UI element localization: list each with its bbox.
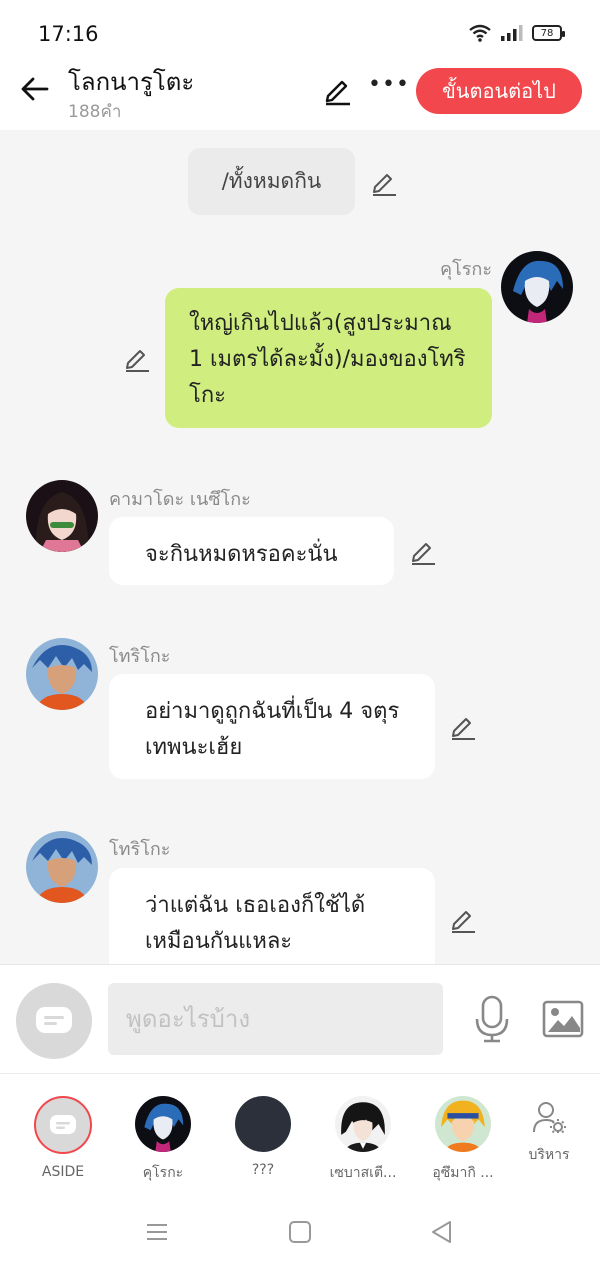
next-step-button[interactable]: ขั้นตอนต่อไป <box>416 68 582 114</box>
message-bubble[interactable]: จะกินหมดหรอคะนั่น <box>109 517 394 585</box>
home-icon[interactable] <box>286 1218 314 1246</box>
battery-icon: 78 <box>532 25 565 41</box>
signal-icon <box>501 25 523 41</box>
character-aside[interactable]: ASIDE <box>18 1096 108 1180</box>
avatar <box>235 1096 291 1152</box>
clock: 17:16 <box>38 22 99 46</box>
edit-pencil-icon[interactable] <box>322 74 354 106</box>
avatar[interactable] <box>26 831 98 903</box>
edit-pencil-icon[interactable] <box>448 711 478 741</box>
wifi-icon <box>469 24 491 42</box>
chat-bubble-icon <box>50 1115 76 1134</box>
sender-name: คุโรกะ <box>440 259 492 280</box>
image-icon[interactable] <box>542 1000 584 1038</box>
character-label: ASIDE <box>41 1164 85 1180</box>
character-label: เซบาสเตี... <box>329 1165 397 1181</box>
header: โลกนารูโตะ 188คำ ••• ขั้นตอนต่อไป <box>0 60 600 130</box>
character-label: บริหาร <box>528 1147 570 1163</box>
back-triangle-icon[interactable] <box>428 1218 456 1246</box>
message-bubble[interactable]: ว่าแต่ฉัน เธอเองก็ใช้ได้เหมือนกันแหละ <box>109 868 435 964</box>
character-uzumaki[interactable]: อุซึมากิ ... <box>418 1096 508 1184</box>
message-bubble[interactable]: ใหญ่เกินไปแล้ว(สูงประมาณ 1 เมตรได้ละมั้ง… <box>165 288 492 428</box>
character-unknown[interactable]: ??? <box>218 1096 308 1178</box>
character-sebastian[interactable]: เซบาสเตี... <box>318 1096 408 1184</box>
avatar <box>135 1096 191 1152</box>
character-kuroka[interactable]: คุโรกะ <box>118 1096 208 1184</box>
avatar[interactable] <box>26 480 98 552</box>
manage-button[interactable]: บริหาร <box>504 1100 594 1166</box>
page-title: โลกนารูโตะ <box>68 68 195 96</box>
edit-pencil-icon[interactable] <box>408 536 438 566</box>
avatar[interactable] <box>501 251 573 323</box>
message-input[interactable] <box>108 983 443 1055</box>
avatar <box>335 1096 391 1152</box>
system-message[interactable]: /ทั้งหมดกิน <box>188 148 355 215</box>
status-bar: 17:16 78 <box>0 0 600 60</box>
avatar <box>435 1096 491 1152</box>
menu-icon[interactable] <box>143 1218 171 1246</box>
character-label: ??? <box>251 1162 275 1178</box>
message-bubble[interactable]: อย่ามาดูถูกฉันที่เป็น 4 จตุรเทพนะเฮ้ย <box>109 674 435 779</box>
character-label: อุซึมากิ ... <box>432 1165 494 1181</box>
user-settings-icon <box>533 1102 566 1134</box>
edit-pencil-icon[interactable] <box>448 904 478 934</box>
sender-name: โทริโกะ <box>109 646 171 667</box>
sender-name: คามาโดะ เนซึโกะ <box>109 489 251 510</box>
edit-pencil-icon[interactable] <box>369 167 399 197</box>
character-label: คุโรกะ <box>142 1165 184 1181</box>
chat-area[interactable]: /ทั้งหมดกิน คุโรกะ ใหญ่เกินไปแล้ว(สูงประ… <box>0 130 600 964</box>
edit-pencil-icon[interactable] <box>122 343 152 373</box>
back-arrow-icon[interactable] <box>18 72 52 106</box>
input-bar <box>0 964 600 1074</box>
aside-toggle-button[interactable] <box>16 983 92 1059</box>
character-bar: ASIDE คุโรกะ ??? เซบาสเตี... อุซึมากิ ..… <box>0 1074 600 1194</box>
avatar[interactable] <box>26 638 98 710</box>
word-count: 188คำ <box>68 102 122 122</box>
sender-name: โทริโกะ <box>109 839 171 860</box>
system-nav-bar <box>0 1194 600 1267</box>
more-options-icon[interactable]: ••• <box>368 72 409 104</box>
status-icons: 78 <box>468 24 565 42</box>
microphone-icon[interactable] <box>473 995 511 1043</box>
aside-avatar <box>34 1096 92 1154</box>
chat-bubble-icon <box>36 1007 72 1033</box>
